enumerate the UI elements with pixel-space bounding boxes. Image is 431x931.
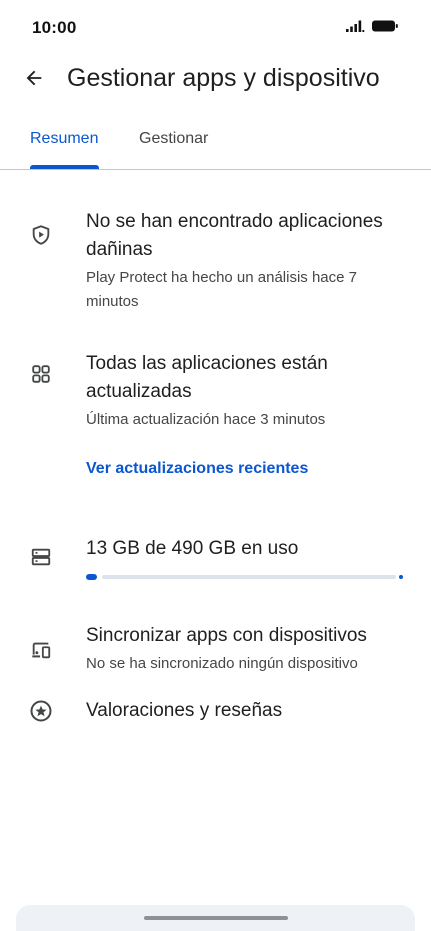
shield-play-icon (28, 222, 54, 248)
storage-progress-end-dot (399, 575, 403, 579)
tab-resumen[interactable]: Resumen (30, 130, 98, 148)
apps-grid-icon (28, 361, 54, 387)
sync-section[interactable]: Sincronizar apps con dispositivos No se … (0, 622, 431, 678)
battery-icon (371, 19, 399, 38)
protect-title: No se han encontrado aplicaciones dañina… (86, 211, 383, 260)
storage-progress-bar (86, 573, 404, 581)
status-icons (345, 19, 399, 38)
back-button[interactable] (20, 66, 48, 94)
home-gesture-handle[interactable] (144, 916, 288, 920)
page-title: Gestionar apps y dispositivo (67, 64, 380, 92)
protect-subtitle: Play Protect ha hecho un análisis hace 7… (86, 269, 358, 310)
updates-subtitle: Última actualización hace 3 minutos (86, 411, 326, 428)
ratings-title: Valoraciones y reseñas (86, 700, 283, 721)
storage-icon (28, 544, 54, 570)
status-time: 10:00 (32, 18, 77, 37)
app-bar: Gestionar apps y dispositivo (0, 56, 431, 104)
storage-title: 13 GB de 490 GB en uso (86, 538, 299, 559)
storage-progress-fill (86, 574, 97, 580)
tab-gestionar[interactable]: Gestionar (139, 130, 208, 148)
ratings-section[interactable]: Valoraciones y reseñas (0, 697, 431, 727)
recent-updates-link[interactable]: Ver actualizaciones recientes (86, 460, 308, 478)
gesture-nav-bar (16, 905, 415, 931)
updates-section[interactable]: Todas las aplicaciones están actualizada… (0, 350, 431, 440)
storage-section[interactable]: 13 GB de 490 GB en uso (0, 535, 431, 591)
storage-progress-track (102, 575, 396, 579)
tabs-divider (0, 169, 431, 170)
arrow-back-icon (23, 67, 45, 94)
star-circle-icon (28, 698, 54, 724)
tab-bar: Resumen Gestionar (0, 120, 431, 170)
sync-title: Sincronizar apps con dispositivos (86, 625, 367, 646)
updates-title: Todas las aplicaciones están actualizada… (86, 353, 328, 402)
sync-subtitle: No se ha sincronizado ningún dispositivo (86, 655, 358, 672)
devices-icon (28, 637, 54, 663)
play-protect-section[interactable]: No se han encontrado aplicaciones dañina… (0, 208, 431, 318)
status-bar: 10:00 (0, 0, 431, 56)
signal-icon (345, 19, 365, 38)
